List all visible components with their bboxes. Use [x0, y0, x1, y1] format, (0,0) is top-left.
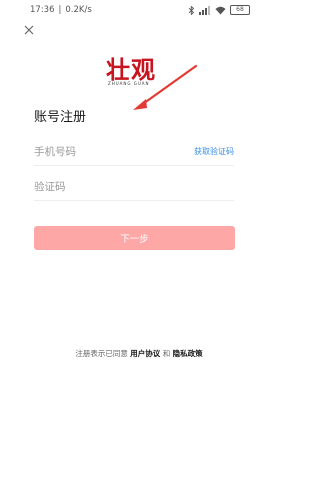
- agreement-conjunction: 和: [162, 349, 171, 358]
- agreement-prefix: 注册表示已同意: [75, 349, 128, 358]
- agreement-text: 注册表示已同意 用户协议 和 隐私政策: [0, 348, 278, 359]
- phone-field-container: 获取验证码: [34, 136, 234, 166]
- verification-code-input[interactable]: [34, 179, 184, 195]
- get-verification-code-button[interactable]: 获取验证码: [194, 146, 234, 157]
- next-step-button[interactable]: 下一步: [34, 226, 235, 250]
- code-field-container: [34, 171, 234, 201]
- phone-number-input[interactable]: [34, 144, 184, 160]
- privacy-policy-link[interactable]: 隐私政策: [173, 349, 203, 358]
- page-title: 账号注册: [34, 110, 87, 125]
- user-agreement-link[interactable]: 用户协议: [130, 349, 160, 358]
